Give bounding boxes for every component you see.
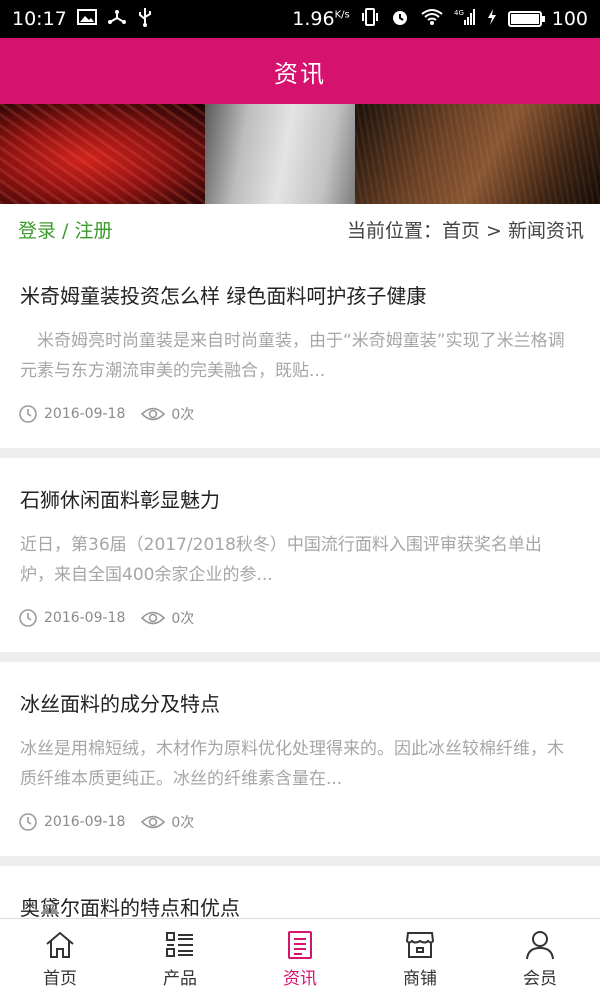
article-views: 0次 xyxy=(171,815,195,831)
page-title: 资讯 xyxy=(274,59,326,88)
banner-white-fabric xyxy=(205,104,365,204)
article-card[interactable]: 冰丝面料的成分及特点 冰丝是用棉短绒，木材作为原料优化处理得来的。因此冰丝较棉纤… xyxy=(0,662,600,856)
eye-icon xyxy=(141,609,166,627)
tab-label: 产品 xyxy=(163,969,197,989)
article-title[interactable]: 石狮休闲面料彰显魅力 xyxy=(20,484,220,513)
article-card[interactable]: 石狮休闲面料彰显魅力 近日，第36届（2017/2018秋冬）中国流行面料入围评… xyxy=(0,458,600,652)
battery-icon xyxy=(507,11,545,27)
article-list: 米奇姆童装投资怎么样 绿色面料呵护孩子健康 米奇姆亮时尚童装是来自时尚童装，由于… xyxy=(0,254,600,936)
article-meta: 2016-09-18 0次 xyxy=(18,608,194,628)
tab-store[interactable]: 商铺 xyxy=(360,919,480,1000)
eye-icon xyxy=(141,405,166,423)
image-icon xyxy=(76,9,97,29)
user-icon xyxy=(526,931,554,960)
eye-icon xyxy=(141,813,166,831)
article-date: 2016-09-18 xyxy=(44,610,126,626)
article-card[interactable]: 米奇姆童装投资怎么样 绿色面料呵护孩子健康 米奇姆亮时尚童装是来自时尚童装，由于… xyxy=(0,254,600,448)
list-icon xyxy=(166,932,193,957)
status-time: 10:17 xyxy=(12,8,67,30)
vibrate-icon xyxy=(360,8,380,30)
alarm-icon xyxy=(390,7,410,31)
bottom-tab-bar: 首页 产品 资讯 商铺 会员 xyxy=(0,918,600,1000)
svg-text:4G: 4G xyxy=(454,9,464,17)
tab-label: 商铺 xyxy=(403,969,437,989)
banner-red-fabric xyxy=(0,104,215,204)
article-summary: 近日，第36届（2017/2018秋冬）中国流行面料入围评审获奖名单出炉，来自全… xyxy=(20,535,542,585)
login-register-link[interactable]: 登录 / 注册 xyxy=(18,216,112,243)
signal-icon: 4G xyxy=(454,8,476,30)
home-icon xyxy=(46,931,74,958)
tab-label: 资讯 xyxy=(283,969,317,989)
usb-icon xyxy=(137,7,153,31)
banner-brown-fabric xyxy=(355,104,600,204)
tab-member[interactable]: 会员 xyxy=(480,919,600,1000)
article-date: 2016-09-18 xyxy=(44,406,126,422)
tab-news[interactable]: 资讯 xyxy=(240,919,360,1000)
article-date: 2016-09-18 xyxy=(44,814,126,830)
battery-level: 100 xyxy=(551,8,588,30)
tab-label: 会员 xyxy=(523,969,557,989)
charging-icon xyxy=(486,8,498,30)
article-title[interactable]: 奥黛尔面料的特点和优点 xyxy=(20,892,240,921)
location-bar: 登录 / 注册 当前位置：首页 > 新闻资讯 xyxy=(0,204,600,254)
article-summary: 米奇姆亮时尚童装是来自时尚童装，由于“米奇姆童装”实现了米兰格调元素与东方潮流审… xyxy=(20,331,565,381)
news-icon xyxy=(288,931,312,959)
article-views: 0次 xyxy=(171,611,195,627)
clock-icon xyxy=(18,608,38,628)
clock-icon xyxy=(18,812,38,832)
article-summary: 冰丝是用棉短绒，木材作为原料优化处理得来的。因此冰丝较棉纤维，木质纤维本质更纯正… xyxy=(20,739,564,789)
header-bar: 资讯 xyxy=(0,38,600,104)
breadcrumb: 当前位置：首页 > 新闻资讯 xyxy=(347,219,584,242)
article-meta: 2016-09-18 0次 xyxy=(18,404,194,424)
clock-icon xyxy=(18,404,38,424)
status-bar: 10:17 1.96K/s 4G 100 xyxy=(0,0,600,38)
banner-image xyxy=(0,104,600,204)
tab-products[interactable]: 产品 xyxy=(120,919,240,1000)
tab-label: 首页 xyxy=(43,969,77,989)
network-speed: 1.96K/s xyxy=(292,8,350,30)
article-title[interactable]: 冰丝面料的成分及特点 xyxy=(20,688,220,717)
tab-home[interactable]: 首页 xyxy=(0,919,120,1000)
article-meta: 2016-09-18 0次 xyxy=(18,812,194,832)
wifi-icon xyxy=(420,8,444,30)
share-icon xyxy=(107,8,127,30)
store-icon xyxy=(405,932,435,958)
article-views: 0次 xyxy=(171,407,195,423)
article-title[interactable]: 米奇姆童装投资怎么样 绿色面料呵护孩子健康 xyxy=(20,280,426,309)
